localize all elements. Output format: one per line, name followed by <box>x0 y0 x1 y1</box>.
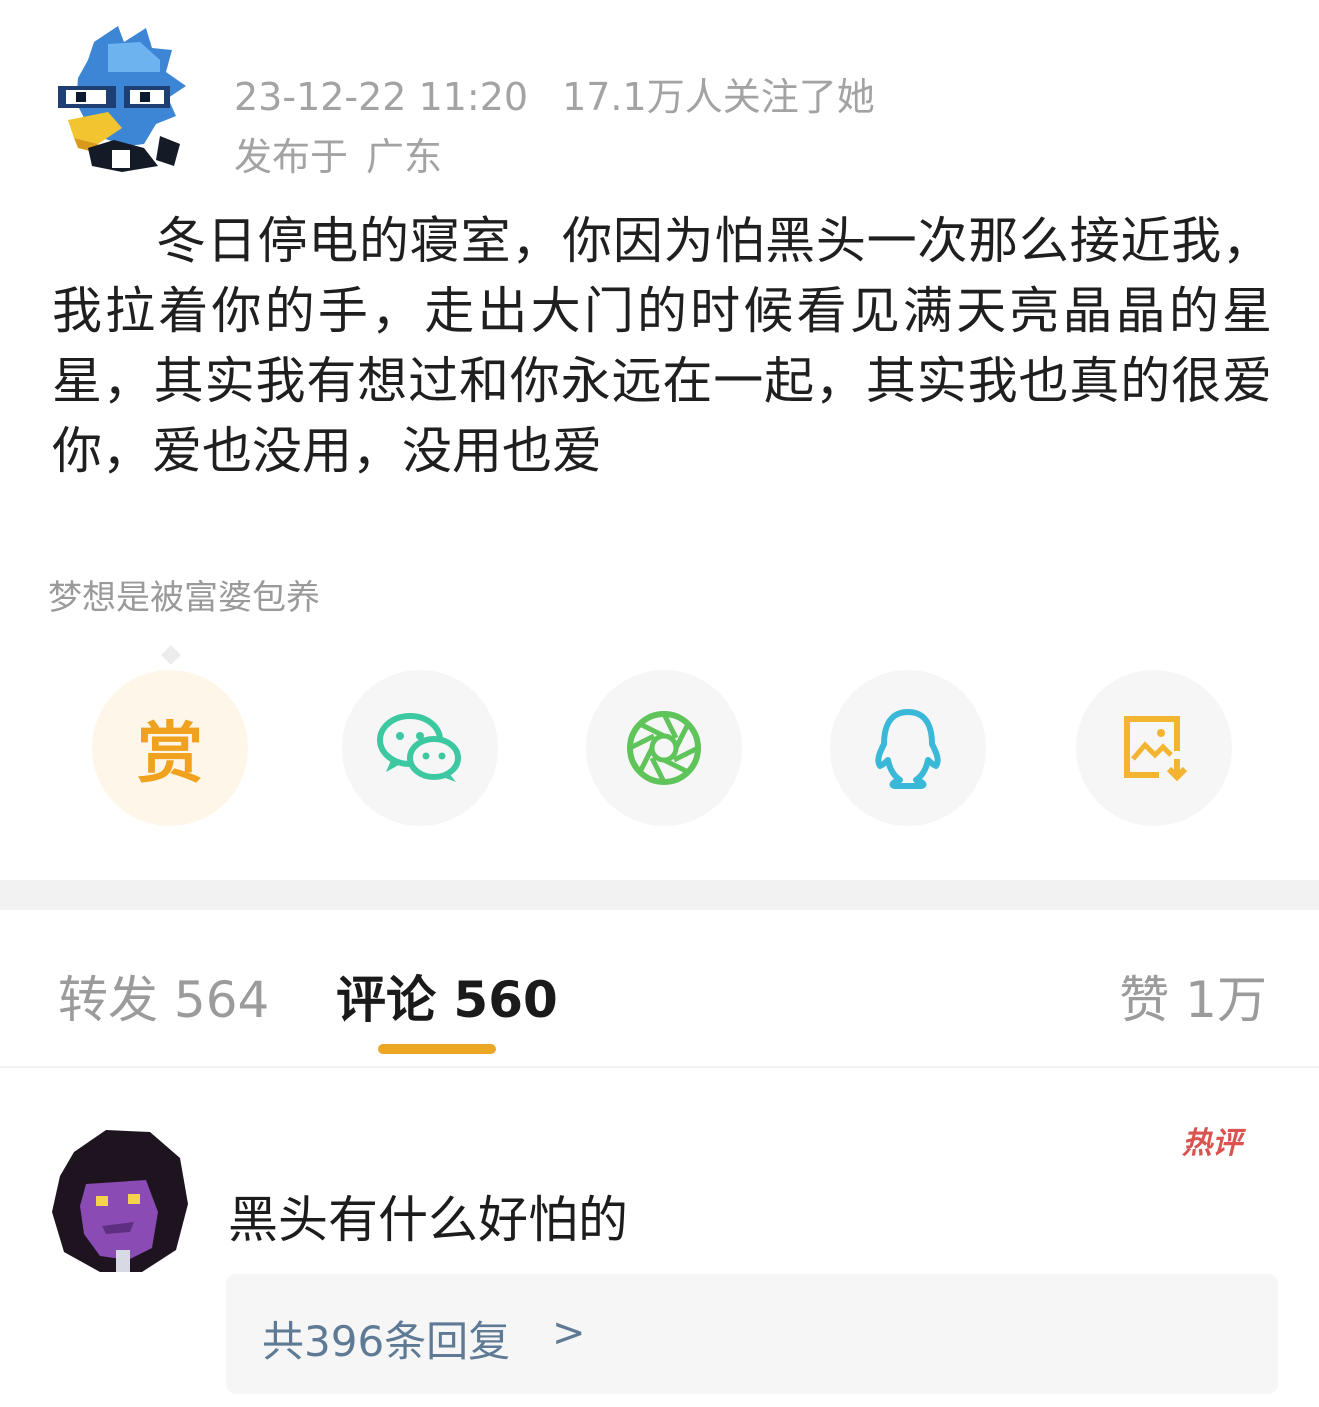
interaction-tabs: 转发 564 评论 560 赞 1万 <box>0 910 1319 1070</box>
tab-repost[interactable]: 转发 564 <box>58 960 269 1032</box>
comment-item: 热评 黑头有什么好怕的 共396条回复 > <box>0 1070 1319 1407</box>
comment-text: 黑头有什么好怕的 <box>228 1191 628 1249</box>
published-prefix: 发布于 <box>234 135 349 179</box>
wechat-icon <box>377 713 461 782</box>
post-meta-line: 23-12-22 11:20 17.1万人关注了她 <box>234 66 909 121</box>
post-content: 冬日停电的寝室，你因为怕黑头一次那么接近我，我拉着你的手，走出大门的时候看见满天… <box>52 212 1272 480</box>
qq-share-button[interactable] <box>830 670 986 826</box>
wechat-share-button[interactable] <box>342 670 498 826</box>
moments-share-button[interactable] <box>586 670 742 826</box>
post-signature: 梦想是被富婆包养 <box>48 578 320 618</box>
reward-icon: 赏 <box>137 715 203 792</box>
section-divider <box>0 880 1319 910</box>
purple-character-avatar-icon <box>52 1130 188 1272</box>
reward-button[interactable]: 赏 <box>92 645 248 826</box>
active-tab-indicator <box>378 1044 496 1054</box>
tab-comments[interactable]: 评论 560 <box>336 960 558 1032</box>
post-location: 广东 <box>366 135 443 179</box>
hot-comment-badge: 热评 <box>1182 1126 1242 1161</box>
author-avatar[interactable] <box>48 20 196 176</box>
tabs-separator <box>0 1066 1319 1068</box>
post-location-line: 发布于 广东 <box>234 126 460 181</box>
qq-icon <box>875 709 941 789</box>
save-image-button[interactable] <box>1076 670 1232 826</box>
tab-likes[interactable]: 赞 1万 <box>1119 960 1267 1032</box>
commenter-avatar[interactable] <box>46 1122 196 1274</box>
chevron-right-icon: > <box>552 1310 586 1356</box>
replies-count-label: 共396条回复 <box>262 1317 511 1366</box>
post-timestamp: 23-12-22 11:20 <box>234 75 529 119</box>
follower-count: 17.1万人关注了她 <box>562 75 875 119</box>
post-card: 23-12-22 11:20 17.1万人关注了她 发布于 广东 冬日停电的寝室，你… <box>0 0 1319 880</box>
share-row: 赏 <box>0 645 1319 840</box>
moments-icon <box>627 711 701 785</box>
view-replies-button[interactable]: 共396条回复 > <box>226 1274 1278 1394</box>
reward-tip-arrow <box>161 645 181 665</box>
blue-bird-avatar-icon <box>58 26 186 172</box>
save-image-icon <box>1124 716 1188 782</box>
